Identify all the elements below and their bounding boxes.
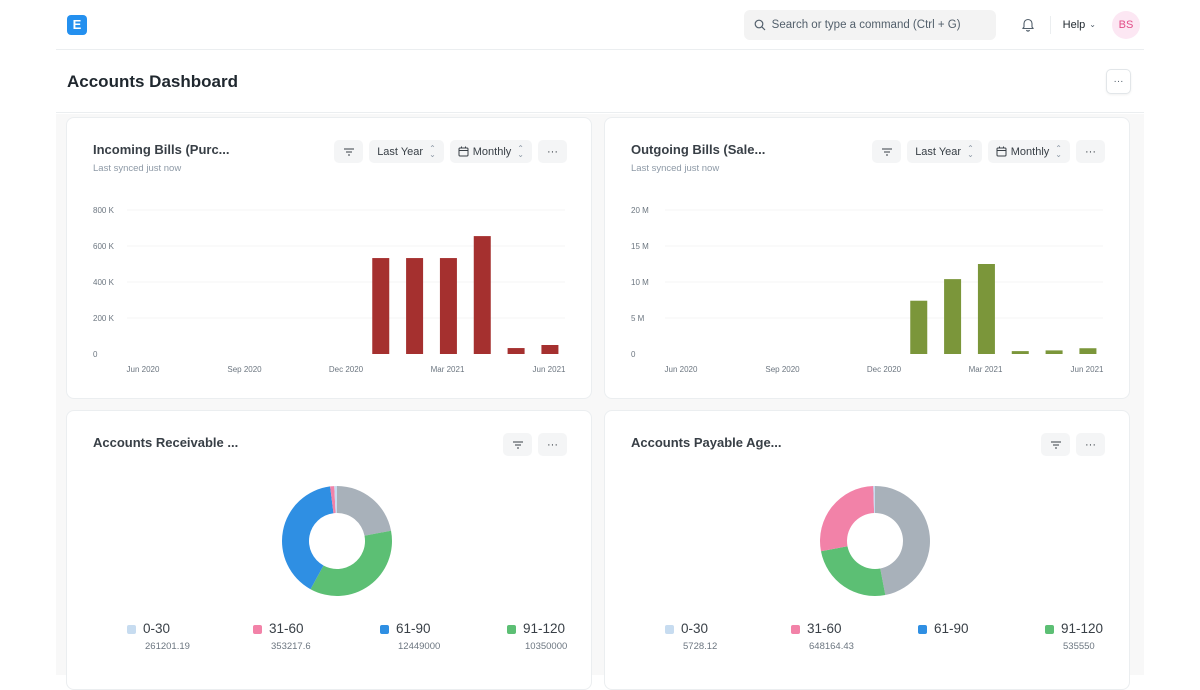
search-input[interactable] [772,19,982,31]
donut-slice-91-120 [821,546,885,596]
bar-feb-2021 [944,279,961,354]
accounts-payable-donut [605,411,1131,611]
legend-swatch [507,625,516,634]
page-header: Accounts Dashboard ··· [56,51,1144,113]
legend-label: 31-60 [807,621,842,636]
incoming-bills-card: Incoming Bills (Purc... Last synced just… [66,117,592,399]
y-tick-label: 0 [93,350,98,359]
y-tick-label: 800 K [93,206,115,215]
bar-may-2021 [1046,350,1063,354]
bar-jun-2021 [1079,348,1096,354]
legend-label: 31-60 [269,621,304,636]
outgoing-bills-chart: 0 5 M 10 M 15 M 20 M Jun 2020 Sep 2020 Dec 2020… [605,118,1131,400]
donut-slice-other [875,486,930,595]
legend-value: 535550 [1063,641,1095,652]
legend-label: 0-30 [143,621,170,636]
donut-slice-other [337,486,391,536]
navbar-right: Help ⌄ BS [744,10,1144,40]
legend-value: 12449000 [398,641,440,652]
bar-may-2021 [508,348,525,354]
x-tick-label: Mar 2021 [969,365,1003,374]
bar-apr-2021 [474,236,491,354]
x-tick-label: Dec 2020 [867,365,902,374]
legend-swatch [665,625,674,634]
x-tick-label: Jun 2021 [533,365,566,374]
bar-feb-2021 [406,258,423,354]
legend-label: 91-120 [1061,621,1103,636]
x-tick-label: Dec 2020 [329,365,364,374]
y-tick-label: 15 M [631,242,649,251]
x-tick-label: Mar 2021 [431,365,465,374]
legend-swatch [918,625,927,634]
legend-label: 61-90 [934,621,969,636]
legend-swatch [1045,625,1054,634]
avatar-initials: BS [1119,19,1134,31]
donut-slice-31-60 [820,486,874,551]
legend-label: 61-90 [396,621,431,636]
bar-mar-2021 [978,264,995,354]
bar-jan-2021 [372,258,389,354]
donut-slice-91-120 [311,531,392,596]
search-icon [754,19,766,31]
app-logo[interactable]: E [67,15,87,35]
search-bar[interactable] [744,10,996,40]
help-label: Help [1063,19,1086,31]
legend-swatch [127,625,136,634]
x-tick-label: Jun 2020 [665,365,698,374]
bar-apr-2021 [1012,351,1029,354]
incoming-bills-chart: 0 200 K 400 K 600 K 800 K Jun 2020 Sep 2020 Dec… [67,118,593,400]
y-tick-label: 5 M [631,314,645,323]
page-title: Accounts Dashboard [67,72,238,92]
y-tick-label: 20 M [631,206,649,215]
legend-value: 261201.19 [145,641,190,652]
y-tick-label: 400 K [93,278,115,287]
y-tick-label: 200 K [93,314,115,323]
accounts-receivable-donut [67,411,593,611]
legend-value: 10350000 [525,641,567,652]
legend-label: 91-120 [523,621,565,636]
help-dropdown[interactable]: Help ⌄ [1063,19,1096,31]
x-tick-label: Sep 2020 [227,365,262,374]
legend-value: 648164.43 [809,641,854,652]
y-tick-label: 0 [631,350,636,359]
dashboard-content: Incoming Bills (Purc... Last synced just… [56,114,1144,675]
bar-mar-2021 [440,258,457,354]
x-tick-label: Jun 2021 [1071,365,1104,374]
user-avatar[interactable]: BS [1112,11,1140,39]
x-tick-label: Sep 2020 [765,365,800,374]
legend-swatch [253,625,262,634]
bell-icon [1021,17,1035,32]
accounts-receivable-card: Accounts Receivable ... ··· 0-30261201.1… [66,410,592,690]
navbar: E Help ⌄ BS [56,0,1144,50]
x-tick-label: Jun 2020 [127,365,160,374]
y-tick-label: 10 M [631,278,649,287]
outgoing-bills-card: Outgoing Bills (Sale... Last synced just… [604,117,1130,399]
legend-swatch [380,625,389,634]
page-menu-button[interactable]: ··· [1106,69,1131,94]
legend-value: 5728.12 [683,641,717,652]
y-tick-label: 600 K [93,242,115,251]
legend-swatch [791,625,800,634]
legend-value: 353217.6 [271,641,311,652]
logo-letter: E [73,17,82,32]
chevron-down-icon: ⌄ [1089,20,1096,29]
bar-jun-2021 [541,345,558,354]
more-icon: ··· [1114,76,1124,87]
navbar-divider [1050,16,1051,34]
notifications-button[interactable] [1018,15,1038,35]
accounts-payable-card: Accounts Payable Age... ··· 0-305728.123… [604,410,1130,690]
legend-label: 0-30 [681,621,708,636]
bar-jan-2021 [910,301,927,354]
